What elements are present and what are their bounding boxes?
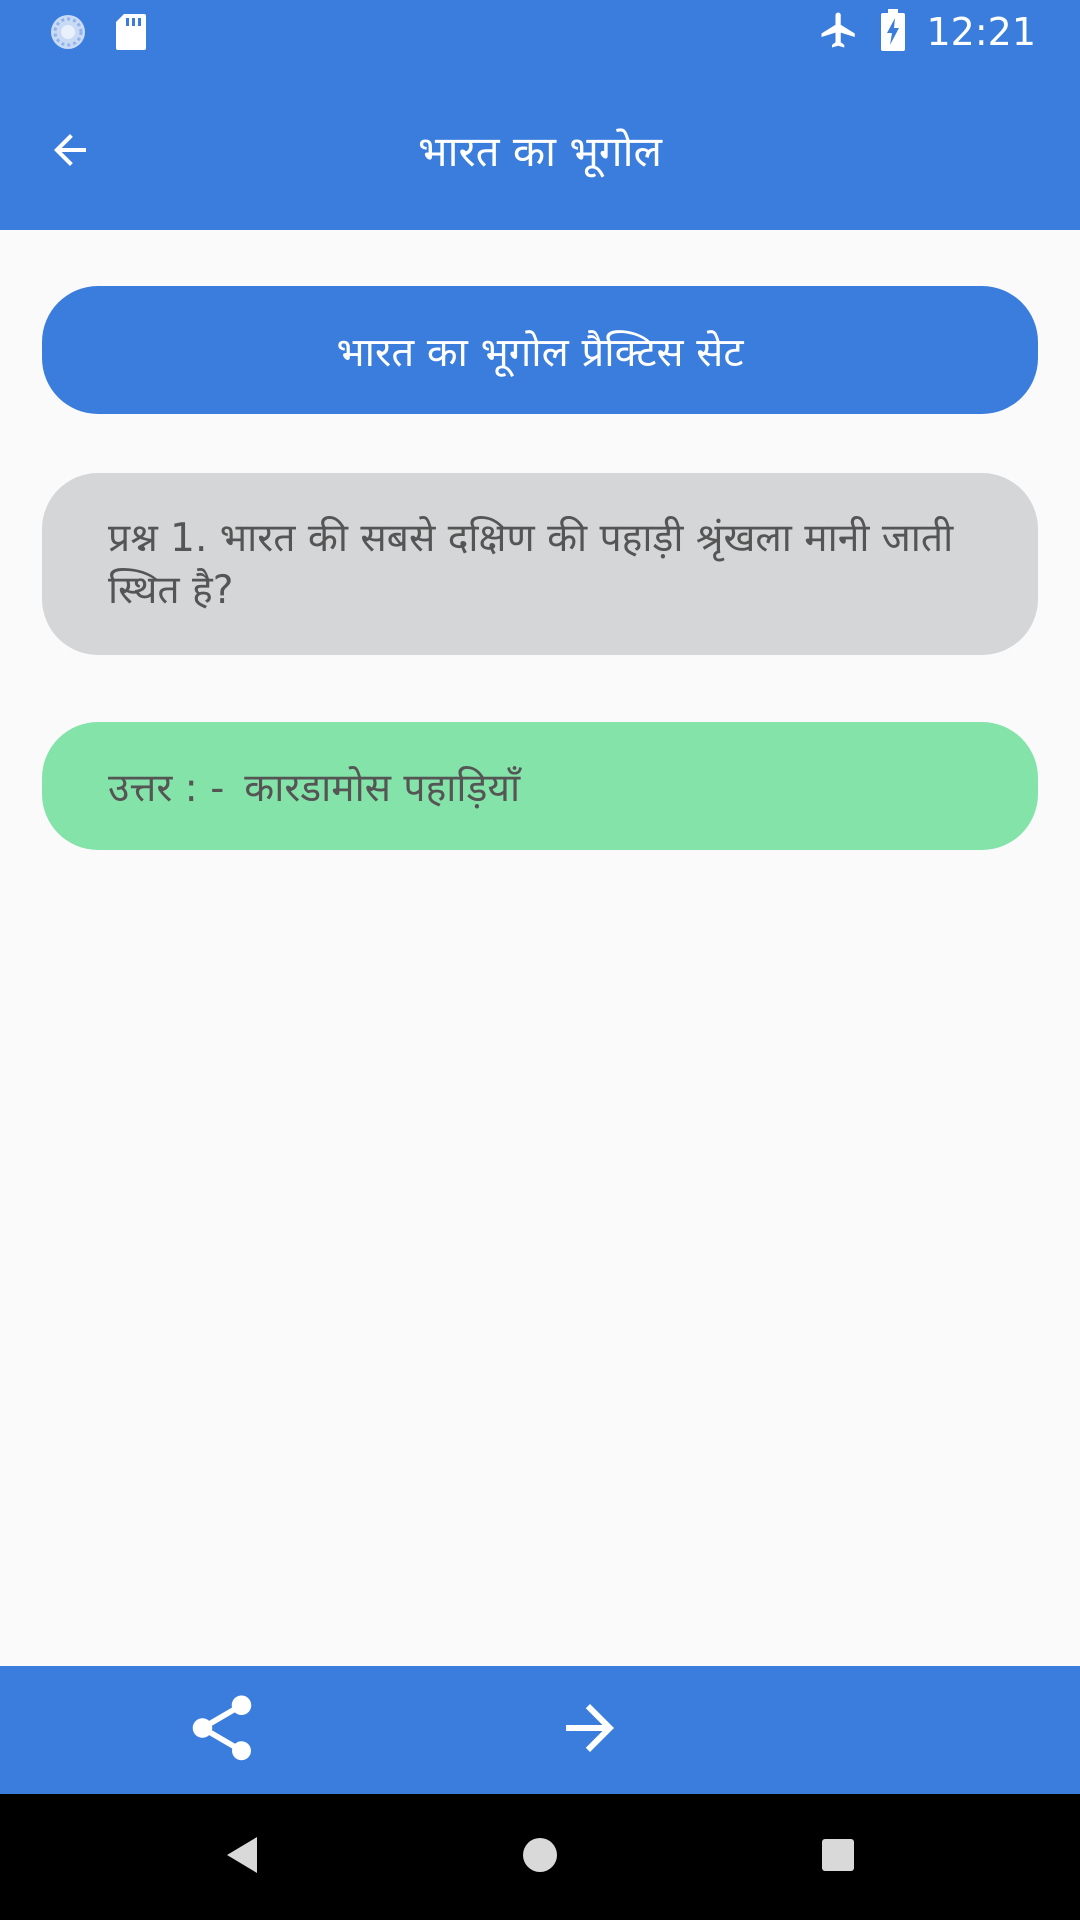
- question-card: प्रश्न 1. भारत की सबसे दक्षिण की पहाड़ी …: [42, 473, 1038, 655]
- airplane-mode-icon: [818, 9, 860, 55]
- nav-recent-button[interactable]: [803, 1822, 873, 1892]
- arrow-right-icon: [554, 1692, 626, 1768]
- next-question-button[interactable]: [548, 1688, 632, 1772]
- practice-set-title-button[interactable]: भारत का भूगोल प्रैक्टिस सेट: [42, 286, 1038, 414]
- question-text: प्रश्न 1. भारत की सबसे दक्षिण की पहाड़ी …: [108, 516, 954, 613]
- sd-card-icon: [114, 12, 148, 56]
- back-button[interactable]: [32, 114, 108, 190]
- battery-charging-icon: [880, 9, 906, 55]
- bottom-action-bar: [0, 1666, 1080, 1794]
- share-button[interactable]: [180, 1688, 264, 1772]
- arrow-left-icon: [46, 126, 94, 178]
- answer-card: उत्तर : - कारडामोस पहाड़ियाँ: [42, 722, 1038, 850]
- status-right-icons: 12:21: [818, 8, 1036, 56]
- status-time: 12:21: [926, 10, 1036, 54]
- answer-prefix: उत्तर : -: [108, 765, 225, 811]
- system-nav-bar: [0, 1794, 1080, 1920]
- nav-recent-icon: [821, 1838, 855, 1876]
- nav-back-button[interactable]: [206, 1822, 276, 1892]
- nav-back-icon: [223, 1835, 259, 1879]
- nav-home-button[interactable]: [505, 1822, 575, 1892]
- sync-icon: [48, 12, 88, 56]
- main-content: भारत का भूगोल प्रैक्टिस सेट प्रश्न 1. भा…: [0, 230, 1080, 1666]
- nav-home-icon: [522, 1837, 558, 1877]
- practice-set-title-label: भारत का भूगोल प्रैक्टिस सेट: [336, 329, 744, 376]
- answer-text: कारडामोस पहाड़ियाँ: [244, 765, 521, 811]
- share-icon: [183, 1689, 261, 1771]
- app-bar: भारत का भूगोल: [0, 64, 1080, 230]
- status-left-icons: [48, 12, 148, 56]
- page-title: भारत का भूगोल: [418, 127, 662, 176]
- status-bar: 12:21: [0, 0, 1080, 64]
